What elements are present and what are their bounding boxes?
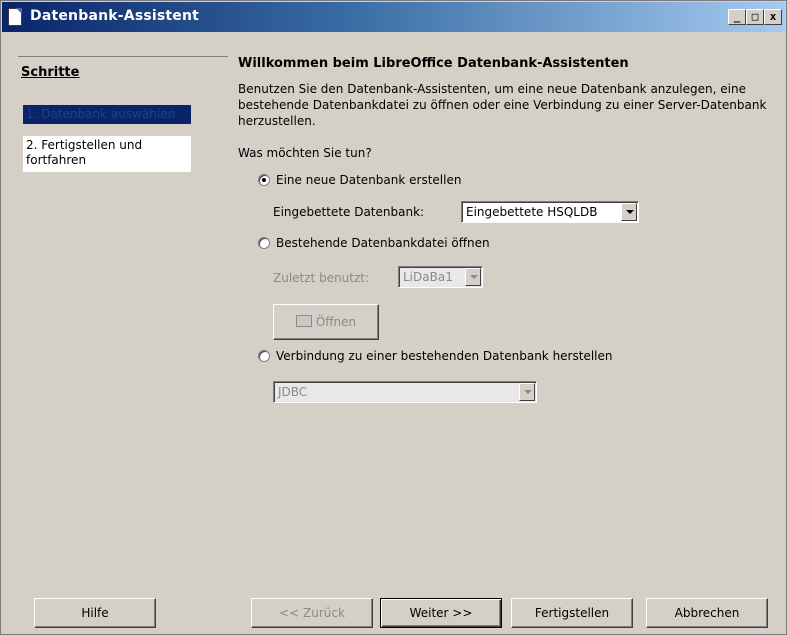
embedded-db-label: Eingebettete Datenbank:	[273, 205, 425, 219]
title-bar[interactable]: Datenbank-Assistent _ □ x	[2, 2, 785, 32]
maximize-button[interactable]: □	[746, 9, 764, 25]
next-button[interactable]: Weiter >>	[380, 598, 502, 628]
radio-button[interactable]	[258, 174, 270, 186]
steps-divider	[18, 56, 228, 57]
recent-label: Zuletzt benutzt:	[273, 271, 370, 285]
step-finish-continue[interactable]: 2. Fertigstellen und fortfahren	[23, 136, 191, 172]
page-title: Willkommen beim LibreOffice Datenbank-As…	[238, 56, 629, 71]
close-button[interactable]: x	[764, 9, 782, 25]
finish-button[interactable]: Fertigstellen	[511, 598, 633, 628]
embedded-db-select[interactable]: Eingebettete HSQLDB	[461, 201, 639, 223]
window-title: Datenbank-Assistent	[30, 8, 200, 24]
embedded-db-value: Eingebettete HSQLDB	[466, 205, 598, 219]
help-button[interactable]: Hilfe	[34, 598, 156, 628]
chevron-down-icon[interactable]	[519, 383, 535, 401]
minimize-button[interactable]: _	[728, 9, 746, 25]
radio-connect-existing[interactable]: Verbindung zu einer bestehenden Datenban…	[258, 349, 612, 363]
chevron-down-icon[interactable]	[621, 203, 637, 221]
folder-icon	[295, 315, 312, 327]
radio-connect-label: Verbindung zu einer bestehenden Datenban…	[276, 349, 613, 363]
database-wizard-window: Datenbank-Assistent _ □ x Schritte 1. Da…	[0, 0, 787, 635]
cancel-button[interactable]: Abbrechen	[646, 598, 768, 628]
radio-button[interactable]	[258, 350, 270, 362]
radio-new-database-label: Eine neue Datenbank erstellen	[276, 173, 462, 187]
step-select-database[interactable]: 1. Datenbank auswählen	[23, 105, 191, 124]
connection-type-value: JDBC	[278, 385, 308, 399]
radio-existing-file[interactable]: Bestehende Datenbankdatei öffnen	[258, 236, 490, 250]
steps-title: Schritte	[21, 65, 80, 80]
radio-new-database[interactable]: Eine neue Datenbank erstellen	[258, 173, 461, 187]
question-label: Was möchten Sie tun?	[238, 146, 372, 160]
connection-type-select[interactable]: JDBC	[273, 381, 537, 403]
recent-select[interactable]: LiDaBa1	[398, 266, 483, 288]
radio-existing-file-label: Bestehende Datenbankdatei öffnen	[276, 236, 490, 250]
document-icon	[8, 8, 22, 26]
open-button[interactable]: Öffnen	[273, 304, 379, 340]
radio-button[interactable]	[258, 237, 270, 249]
chevron-down-icon[interactable]	[465, 268, 481, 286]
recent-value: LiDaBa1	[403, 270, 453, 284]
open-button-label: Öffnen	[315, 315, 357, 329]
back-button[interactable]: << Zurück	[251, 598, 373, 628]
intro-text: Benutzen Sie den Datenbank-Assistenten, …	[238, 82, 767, 128]
